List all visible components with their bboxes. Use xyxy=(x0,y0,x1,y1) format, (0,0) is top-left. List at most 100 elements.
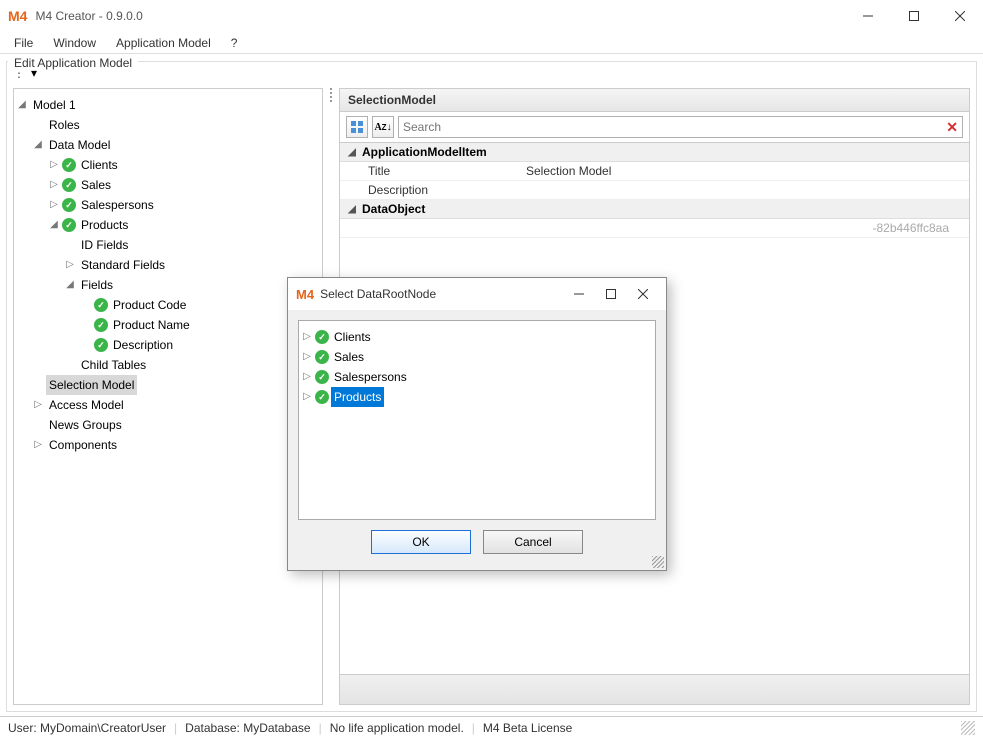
check-icon: ✓ xyxy=(315,350,329,364)
tree-node-child-tables[interactable]: Child Tables xyxy=(78,355,149,375)
panel-mini-toolbar: ⋮ ▾ xyxy=(7,62,976,84)
property-value[interactable]: Selection Model xyxy=(520,162,969,180)
expander-icon[interactable]: ▷ xyxy=(301,351,313,363)
tree-node-news-groups[interactable]: News Groups xyxy=(46,415,125,435)
tree-node-fields[interactable]: Fields xyxy=(78,275,116,295)
property-value[interactable] xyxy=(520,181,969,199)
status-license: M4 Beta License xyxy=(483,721,572,735)
dialog-window-controls xyxy=(564,282,658,306)
ok-button[interactable]: OK xyxy=(371,530,471,554)
model-tree[interactable]: ◢Model 1 Roles ◢Data Model ▷✓Clients ▷✓S… xyxy=(14,89,322,704)
expander-icon[interactable]: ◢ xyxy=(16,99,28,111)
expander-icon[interactable]: ▷ xyxy=(32,399,44,411)
window-controls xyxy=(845,0,983,32)
window-title: M4 Creator - 0.9.0.0 xyxy=(35,9,142,23)
tree-node-components[interactable]: Components xyxy=(46,435,120,455)
statusbar-separator: | xyxy=(174,721,177,735)
check-icon: ✓ xyxy=(94,338,108,352)
groupbox-label: Edit Application Model xyxy=(8,56,138,70)
check-icon: ✓ xyxy=(315,330,329,344)
dialog-resize-grip-icon[interactable] xyxy=(652,556,664,568)
menubar: File Window Application Model ? xyxy=(0,32,983,54)
expander-icon[interactable]: ▷ xyxy=(32,439,44,451)
expander-icon[interactable]: ◢ xyxy=(346,146,358,158)
property-row-guid[interactable]: -82b446ffc8aa xyxy=(340,219,969,238)
tree-node-data-model[interactable]: Data Model xyxy=(46,135,113,155)
tree-node-products[interactable]: Products xyxy=(78,215,131,235)
property-row-title[interactable]: Title Selection Model xyxy=(340,162,969,181)
dialog-node-sales[interactable]: Sales xyxy=(331,347,367,367)
dialog-titlebar[interactable]: M4 Select DataRootNode xyxy=(288,278,666,310)
statusbar-separator: | xyxy=(472,721,475,735)
tree-node-selection-model[interactable]: Selection Model xyxy=(46,375,137,395)
tree-node-standard-fields[interactable]: Standard Fields xyxy=(78,255,168,275)
dialog-node-salespersons[interactable]: Salespersons xyxy=(331,367,410,387)
expander-icon[interactable]: ▷ xyxy=(64,259,76,271)
expander-icon[interactable]: ◢ xyxy=(32,139,44,151)
properties-toolbar: AZ↓ ✕ xyxy=(340,112,969,143)
expander-icon[interactable]: ▷ xyxy=(48,179,60,191)
tree-node-model-1[interactable]: Model 1 xyxy=(30,95,79,115)
check-icon: ✓ xyxy=(94,318,108,332)
app-logo-icon: M4 xyxy=(8,8,27,24)
menu-help[interactable]: ? xyxy=(223,34,246,52)
menu-application-model[interactable]: Application Model xyxy=(108,34,219,52)
expander-icon[interactable]: ◢ xyxy=(346,203,358,215)
property-category-applicationmodelitem[interactable]: ◢ ApplicationModelItem xyxy=(340,143,969,162)
cancel-button[interactable]: Cancel xyxy=(483,530,583,554)
dialog-close-button[interactable] xyxy=(628,282,658,306)
expander-icon[interactable]: ▷ xyxy=(301,391,313,403)
tree-node-description[interactable]: Description xyxy=(110,335,176,355)
expander-icon[interactable]: ▷ xyxy=(48,159,60,171)
property-row-description[interactable]: Description xyxy=(340,181,969,200)
category-label: DataObject xyxy=(362,202,425,216)
properties-search-input[interactable] xyxy=(403,120,946,134)
property-name xyxy=(340,219,520,237)
property-name: Description xyxy=(340,181,520,199)
tree-node-product-code[interactable]: Product Code xyxy=(110,295,189,315)
expander-icon[interactable]: ◢ xyxy=(48,219,60,231)
expander-icon[interactable]: ▷ xyxy=(301,331,313,343)
menu-file[interactable]: File xyxy=(6,34,41,52)
property-category-dataobject[interactable]: ◢ DataObject xyxy=(340,200,969,219)
property-name: Title xyxy=(340,162,520,180)
check-icon: ✓ xyxy=(62,218,76,232)
maximize-button[interactable] xyxy=(891,0,937,32)
category-label: ApplicationModelItem xyxy=(362,145,487,159)
close-button[interactable] xyxy=(937,0,983,32)
check-icon: ✓ xyxy=(62,158,76,172)
tree-node-product-name[interactable]: Product Name xyxy=(110,315,193,335)
alphabetical-view-button[interactable]: AZ↓ xyxy=(372,116,394,138)
dialog-tree[interactable]: ▷✓Clients ▷✓Sales ▷✓Salespersons ▷✓Produ… xyxy=(298,320,656,520)
properties-search[interactable]: ✕ xyxy=(398,116,963,138)
expander-icon[interactable]: ▷ xyxy=(301,371,313,383)
properties-description-bar xyxy=(340,674,969,704)
tree-node-sales[interactable]: Sales xyxy=(78,175,114,195)
expander-icon[interactable]: ◢ xyxy=(64,279,76,291)
minimize-button[interactable] xyxy=(845,0,891,32)
window-resize-grip-icon[interactable] xyxy=(961,721,975,735)
select-datarootnode-dialog: M4 Select DataRootNode ▷✓Clients ▷✓Sales… xyxy=(287,277,667,571)
categorized-view-button[interactable] xyxy=(346,116,368,138)
dialog-maximize-button[interactable] xyxy=(596,282,626,306)
tree-node-access-model[interactable]: Access Model xyxy=(46,395,127,415)
dialog-node-clients[interactable]: Clients xyxy=(331,327,374,347)
tree-node-clients[interactable]: Clients xyxy=(78,155,121,175)
dialog-node-products[interactable]: Products xyxy=(331,387,384,407)
status-database: Database: MyDatabase xyxy=(185,721,310,735)
statusbar: User: MyDomain\CreatorUser | Database: M… xyxy=(0,716,983,738)
dialog-title: Select DataRootNode xyxy=(320,287,436,301)
clear-search-icon[interactable]: ✕ xyxy=(946,119,958,136)
check-icon: ✓ xyxy=(315,370,329,384)
dialog-logo-icon: M4 xyxy=(296,287,314,302)
tree-node-salespersons[interactable]: Salespersons xyxy=(78,195,157,215)
property-value-guid: -82b446ffc8aa xyxy=(520,219,969,237)
dialog-minimize-button[interactable] xyxy=(564,282,594,306)
expander-icon[interactable]: ▷ xyxy=(48,199,60,211)
tree-node-id-fields[interactable]: ID Fields xyxy=(78,235,131,255)
tree-node-roles[interactable]: Roles xyxy=(46,115,83,135)
menu-window[interactable]: Window xyxy=(45,34,104,52)
edit-application-model-panel: ⋮ ▾ ◢Model 1 Roles ◢Data Model ▷✓Clients xyxy=(6,61,977,712)
check-icon: ✓ xyxy=(315,390,329,404)
properties-header: SelectionModel xyxy=(340,89,969,112)
